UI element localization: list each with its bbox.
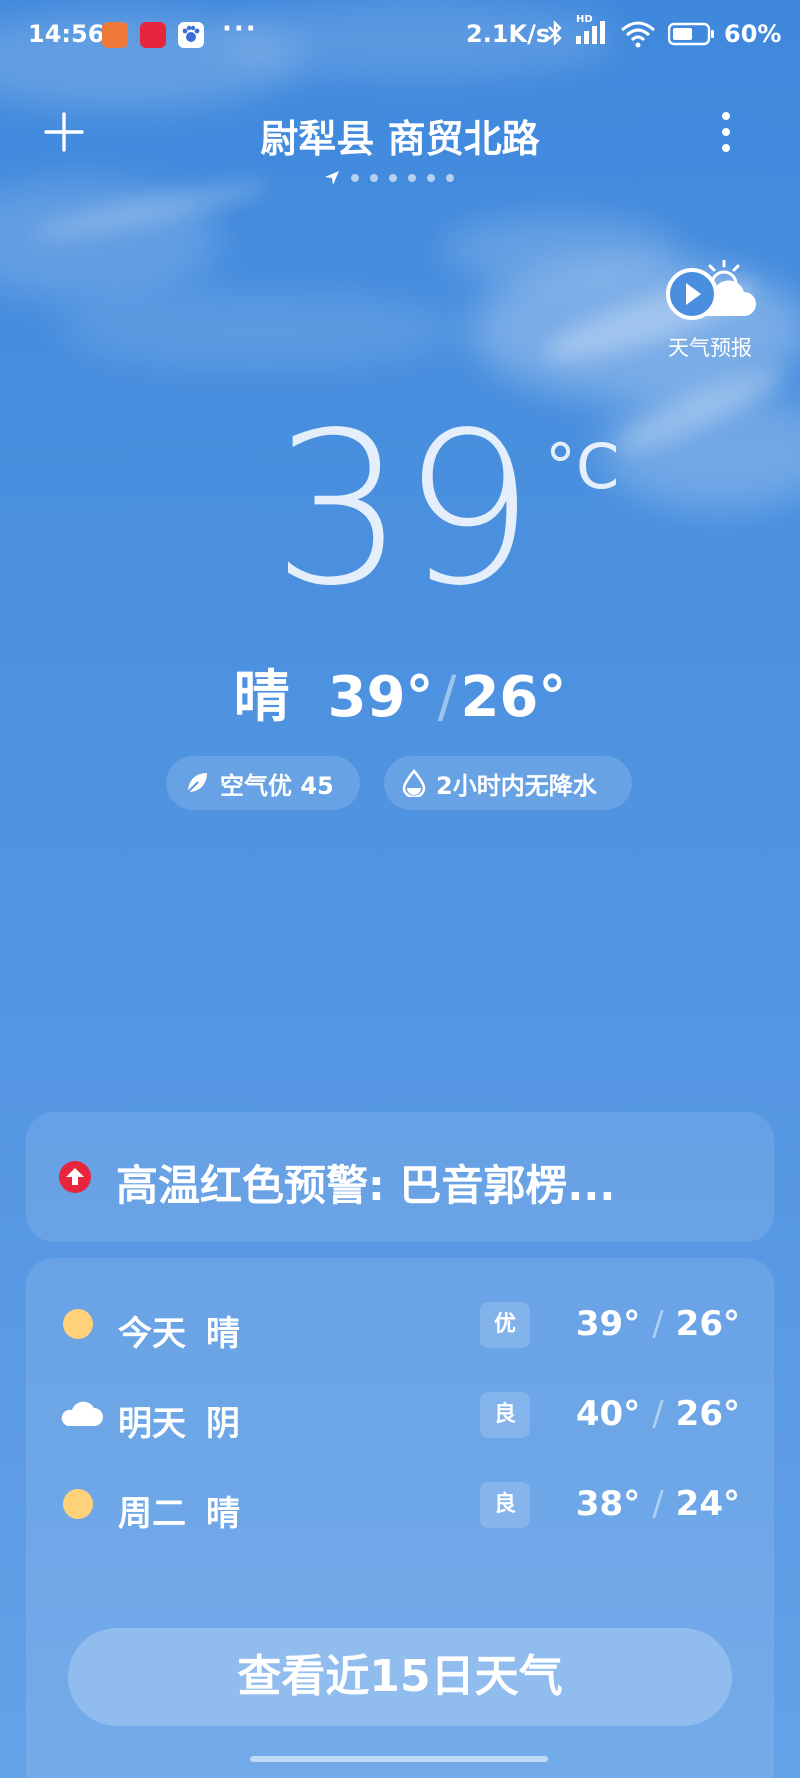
forecast-day-name: 周二 (118, 1494, 186, 1534)
page-dot[interactable] (427, 174, 435, 182)
current-low: 26° (460, 665, 567, 730)
forecast-row[interactable]: 周二晴 良 38° / 24° (26, 1474, 774, 1534)
daily-forecast-card: 今天晴优 39°/26° 明天阴良 40°/26° 周二晴良 38°/24° 查看近15日… (26, 1258, 774, 1778)
forecast-row[interactable]: 明天阴 良 40° / 26° (26, 1384, 774, 1444)
paw-app-icon (178, 22, 204, 48)
city-page-indicator[interactable] (324, 170, 454, 186)
forecast-condition: 阴 (206, 1404, 240, 1444)
forecast-high: 38° (575, 1484, 641, 1524)
forecast-day-name: 明天 (118, 1404, 186, 1444)
forecast-day-name: 今天 (118, 1314, 186, 1354)
forecast-low: 26° (675, 1304, 740, 1344)
forecast-video-label: 天气预报 (668, 336, 752, 360)
precipitation-text: 2小时内无降水 (436, 771, 597, 800)
water-drop-icon (402, 769, 426, 797)
current-temperature: 39 (272, 387, 535, 632)
alert-up-arrow-icon (59, 1161, 91, 1193)
aqi-badge: 良 (480, 1482, 530, 1528)
precipitation-pill[interactable]: 2小时内无降水 (384, 756, 632, 810)
leaf-icon (187, 773, 207, 793)
forecast-high: 39° (575, 1304, 641, 1344)
forecast-condition: 晴 (206, 1494, 240, 1534)
view-15-day-forecast-button[interactable]: 查看近15日天气 (68, 1628, 732, 1726)
temperature-unit: °C (545, 430, 620, 503)
more-options-button[interactable] (706, 108, 746, 156)
current-condition: 晴 (233, 665, 290, 730)
more-vertical-icon (722, 112, 730, 152)
play-cloud-icon (666, 259, 756, 320)
air-quality-text: 空气优 45 (220, 771, 334, 800)
current-high: 39° (327, 665, 434, 730)
forecast-separator: / (652, 1304, 664, 1344)
weather-alert-card[interactable]: 高温红色预警: 巴音郭楞... (26, 1112, 774, 1242)
weather-forecast-video-button[interactable]: 天气预报 (660, 259, 760, 360)
forecast-high: 40° (575, 1394, 641, 1434)
battery-percent: 60% (724, 20, 782, 48)
forecast-separator: / (652, 1484, 664, 1524)
wifi-icon (620, 20, 656, 54)
status-overflow-dots: ··· (222, 14, 258, 44)
bluetooth-icon (546, 20, 564, 52)
current-condition-row: 晴 39°/26° (0, 652, 800, 733)
cellular-signal-icon: HD (574, 14, 614, 52)
alert-text: 高温红色预警: 巴音郭楞... (116, 1161, 616, 1210)
location-arrow-icon (325, 171, 339, 185)
page-dot[interactable] (408, 174, 416, 182)
forecast-separator: / (652, 1394, 664, 1434)
forecast-row[interactable]: 今天晴 优 39° / 26° (26, 1294, 774, 1354)
forecast-low: 24° (675, 1484, 740, 1524)
forecast-condition: 晴 (206, 1314, 240, 1354)
page-dot[interactable] (446, 174, 454, 182)
forecast-temps: 39° / 26° (576, 1304, 740, 1344)
cloud-icon (60, 1396, 103, 1432)
forecast-low: 26° (675, 1394, 740, 1434)
network-speed: 2.1K/s (466, 20, 551, 48)
shopping-app-icon (102, 22, 128, 48)
page-dot[interactable] (351, 174, 359, 182)
forecast-temps: 38° / 24° (576, 1484, 740, 1524)
battery-icon (667, 22, 716, 52)
high-low-separator: / (437, 665, 457, 730)
home-indicator[interactable] (250, 1756, 548, 1762)
heart-app-icon (140, 22, 166, 48)
status-bar: 14:56 ··· 2.1K/s HD 60% (0, 0, 800, 72)
sun-icon (60, 1486, 100, 1522)
aqi-badge: 优 (480, 1302, 530, 1348)
hd-label: HD (576, 14, 593, 25)
page-dot[interactable] (389, 174, 397, 182)
air-quality-pill[interactable]: 空气优 45 (166, 756, 360, 810)
forecast-temps: 40° / 26° (576, 1394, 740, 1434)
city-title[interactable]: 尉犁县 商贸北路 (0, 108, 800, 163)
page-dot[interactable] (370, 174, 378, 182)
sun-icon (60, 1306, 100, 1342)
status-time: 14:56 (28, 20, 105, 48)
aqi-badge: 良 (480, 1392, 530, 1438)
